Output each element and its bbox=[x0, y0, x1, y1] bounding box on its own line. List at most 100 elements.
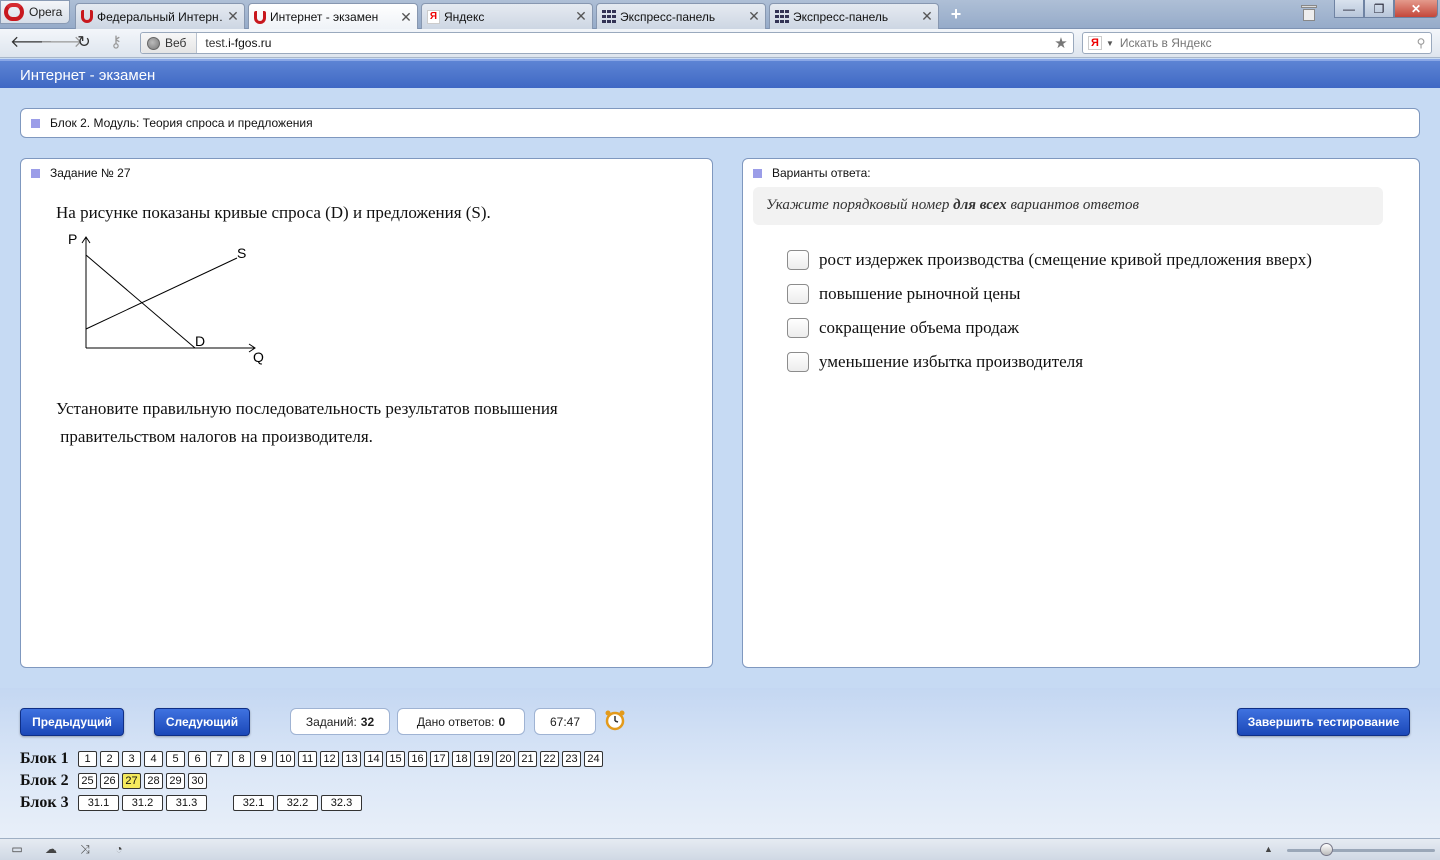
tab-title: Интернет - экзамен bbox=[270, 10, 379, 24]
close-icon[interactable]: ✕ bbox=[227, 8, 239, 25]
block-label: Блок 3 bbox=[20, 794, 69, 811]
answer-checkbox[interactable] bbox=[787, 284, 809, 304]
task-number-31-3[interactable]: 31.3 bbox=[166, 795, 207, 811]
answer-option[interactable]: сокращение объема продаж bbox=[787, 311, 1312, 345]
task-number-4[interactable]: 4 bbox=[144, 751, 163, 767]
search-icon[interactable]: ⚲ bbox=[1411, 36, 1431, 50]
task-number-27[interactable]: 27 bbox=[122, 773, 141, 789]
back-arrow-icon[interactable]: 🡐 bbox=[10, 34, 53, 52]
task-number-1[interactable]: 1 bbox=[78, 751, 97, 767]
task-number-7[interactable]: 7 bbox=[210, 751, 229, 767]
task-number-5[interactable]: 5 bbox=[166, 751, 185, 767]
url-text[interactable]: test.i-fgos.ru bbox=[197, 36, 1052, 50]
block-label: Блок 2 bbox=[20, 772, 69, 789]
close-icon[interactable]: ✕ bbox=[748, 8, 760, 25]
task-number-16[interactable]: 16 bbox=[408, 751, 427, 767]
window-close-button[interactable]: ✕ bbox=[1394, 0, 1438, 18]
tasks-count-badge: Заданий: 32 bbox=[290, 708, 390, 735]
task-number-32-2[interactable]: 32.2 bbox=[277, 795, 318, 811]
task-number-9[interactable]: 9 bbox=[254, 751, 273, 767]
tab-exam[interactable]: Интернет - экзамен ✕ bbox=[248, 3, 418, 30]
task-number-31-1[interactable]: 31.1 bbox=[78, 795, 119, 811]
address-bar[interactable]: Веб test.i-fgos.ru ★ bbox=[140, 32, 1074, 54]
answered-count: 0 bbox=[498, 714, 506, 729]
task-number-3[interactable]: 3 bbox=[122, 751, 141, 767]
task-panel: Задание № 27 На рисунке показаны кривые … bbox=[20, 158, 713, 668]
cloud-icon[interactable]: ☁ bbox=[44, 843, 58, 856]
tab-yandex[interactable]: Я Яндекс ✕ bbox=[421, 3, 593, 29]
key-icon[interactable]: ⚷ bbox=[106, 34, 126, 52]
task-number-32-1[interactable]: 32.1 bbox=[233, 795, 274, 811]
tab-federal[interactable]: Федеральный Интерн… ✕ bbox=[75, 3, 245, 29]
task-number-25[interactable]: 25 bbox=[78, 773, 97, 789]
speed-dial-icon bbox=[775, 10, 789, 24]
task-number-6[interactable]: 6 bbox=[188, 751, 207, 767]
answer-checkbox[interactable] bbox=[787, 318, 809, 338]
close-icon[interactable]: ✕ bbox=[400, 9, 412, 26]
trash-icon[interactable] bbox=[1301, 5, 1317, 21]
task-number-21[interactable]: 21 bbox=[518, 751, 537, 767]
close-icon[interactable]: ✕ bbox=[921, 8, 933, 25]
task-number-29[interactable]: 29 bbox=[166, 773, 185, 789]
answer-option[interactable]: повышение рыночной цены bbox=[787, 277, 1312, 311]
answer-option[interactable]: рост издержек производства (смещение кри… bbox=[787, 243, 1312, 277]
panel-toggle-icon[interactable]: ▭ bbox=[10, 843, 24, 856]
previous-button[interactable]: Предыдущий bbox=[20, 708, 124, 736]
block-row-1: Блок 1 1 2 3 4 5 6 7 8 9 10 11 12 13 14 15 16 17 18 19 20 21… bbox=[20, 748, 606, 770]
alarm-clock-icon bbox=[605, 710, 625, 731]
task-number-10[interactable]: 10 bbox=[276, 751, 295, 767]
answer-option[interactable]: уменьшение избытка производителя bbox=[787, 345, 1312, 379]
forward-arrow-icon[interactable]: 🡒 bbox=[40, 34, 83, 52]
task-number-17[interactable]: 17 bbox=[430, 751, 449, 767]
zoom-slider-track[interactable] bbox=[1287, 849, 1435, 852]
zoom-out-icon[interactable]: ▲ bbox=[1264, 844, 1273, 854]
task-number-28[interactable]: 28 bbox=[144, 773, 163, 789]
speedometer-icon[interactable]: ◔ bbox=[112, 843, 126, 856]
instruction-pre: Укажите порядковый номер bbox=[766, 197, 954, 213]
task-number-30[interactable]: 30 bbox=[188, 773, 207, 789]
task-number-22[interactable]: 22 bbox=[540, 751, 559, 767]
task-number-12[interactable]: 12 bbox=[320, 751, 339, 767]
task-title: Задание № 27 bbox=[50, 166, 131, 180]
task-number-14[interactable]: 14 bbox=[364, 751, 383, 767]
share-icon[interactable]: ⤨ bbox=[78, 843, 92, 856]
reload-icon[interactable]: ↻ bbox=[74, 34, 94, 52]
status-bar: ▭ ☁ ⤨ ◔ ▲ bbox=[0, 838, 1440, 860]
minimize-button[interactable]: — bbox=[1334, 0, 1364, 18]
task-number-2[interactable]: 2 bbox=[100, 751, 119, 767]
tab-title: Яндекс bbox=[444, 9, 485, 24]
task-number-11[interactable]: 11 bbox=[298, 751, 317, 767]
block-label: Блок 1 bbox=[20, 750, 69, 767]
yandex-icon[interactable]: Я bbox=[1088, 36, 1102, 50]
task-number-8[interactable]: 8 bbox=[232, 751, 251, 767]
task-number-15[interactable]: 15 bbox=[386, 751, 405, 767]
task-number-19[interactable]: 19 bbox=[474, 751, 493, 767]
chevron-down-icon[interactable]: ▼ bbox=[1106, 39, 1114, 48]
tab-speed-dial-2[interactable]: Экспресс-панель ✕ bbox=[769, 3, 939, 29]
task-number-26[interactable]: 26 bbox=[100, 773, 119, 789]
tab-speed-dial-1[interactable]: Экспресс-панель ✕ bbox=[596, 3, 766, 29]
task-number-13[interactable]: 13 bbox=[342, 751, 361, 767]
task-number-23[interactable]: 23 bbox=[562, 751, 581, 767]
answer-checkbox[interactable] bbox=[787, 250, 809, 270]
zoom-slider-knob[interactable] bbox=[1320, 843, 1333, 856]
block-panel: Блок 2. Модуль: Теория спроса и предложе… bbox=[20, 108, 1420, 138]
task-number-18[interactable]: 18 bbox=[452, 751, 471, 767]
bookmark-star-icon[interactable]: ★ bbox=[1052, 34, 1070, 52]
task-number-20[interactable]: 20 bbox=[496, 751, 515, 767]
question-text: На рисунке показаны кривые спроса (D) и … bbox=[56, 203, 491, 222]
new-tab-plus-icon[interactable]: + bbox=[946, 4, 966, 24]
maximize-button[interactable]: ❐ bbox=[1364, 0, 1394, 18]
finish-test-button[interactable]: Завершить тестирование bbox=[1237, 708, 1410, 736]
answer-panel: Варианты ответа: Укажите порядковый номе… bbox=[742, 158, 1420, 668]
search-input[interactable] bbox=[1119, 36, 1411, 50]
close-icon[interactable]: ✕ bbox=[575, 8, 587, 25]
block-row-2: Блок 2 25 26 27 28 29 30 bbox=[20, 770, 606, 792]
answer-checkbox[interactable] bbox=[787, 352, 809, 372]
task-number-24[interactable]: 24 bbox=[584, 751, 603, 767]
task-number-32-3[interactable]: 32.3 bbox=[321, 795, 362, 811]
address-security-badge[interactable]: Веб bbox=[141, 33, 198, 53]
opera-menu-button[interactable]: Opera bbox=[0, 0, 70, 24]
next-button[interactable]: Следующий bbox=[154, 708, 250, 736]
task-number-31-2[interactable]: 31.2 bbox=[122, 795, 163, 811]
